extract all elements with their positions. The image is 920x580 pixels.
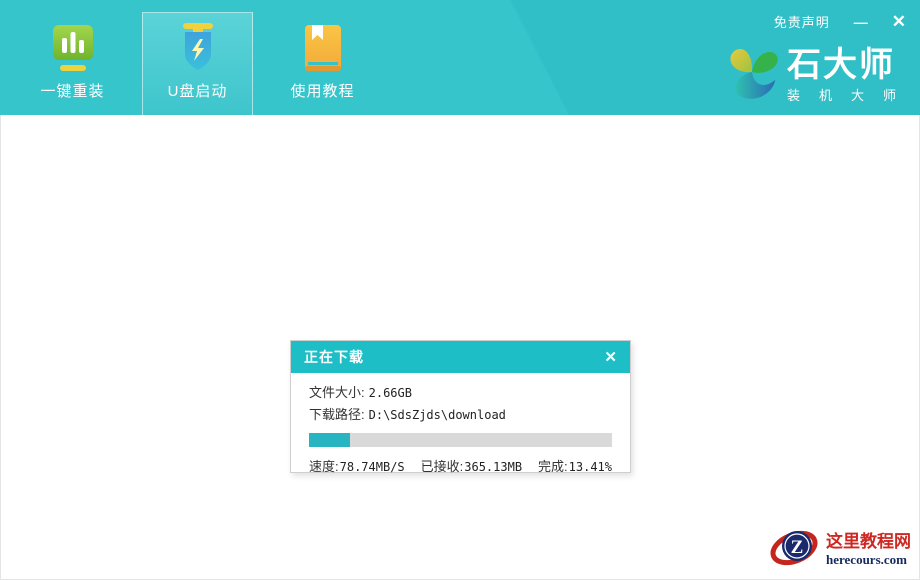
- dialog-title: 正在下载: [304, 347, 364, 367]
- brand-logo: 石大师 装机大师: [723, 40, 896, 109]
- download-path-label: 下载路径:: [309, 407, 365, 422]
- completed-stat: 完成:13.41%: [538, 456, 612, 475]
- tab-label: 一键重装: [40, 80, 104, 101]
- dialog-body: 文件大小: 2.66GB 下载路径: D:\SdsZjds\download 速度:…: [291, 373, 630, 475]
- usb-shield-icon: [170, 21, 226, 77]
- file-size-row: 文件大小: 2.66GB: [309, 382, 612, 404]
- site-watermark: Z 这里教程网 herecours.com: [766, 524, 919, 579]
- speed-stat: 速度:78.74MB/S: [309, 456, 405, 475]
- tab-label: U盘启动: [168, 80, 228, 101]
- watermark-site-url: herecours.com: [826, 552, 911, 567]
- tab-label: 使用教程: [290, 80, 354, 101]
- download-stats-row: 速度:78.74MB/S 已接收:365.13MB 完成:13.41%: [309, 456, 612, 475]
- download-dialog: 正在下载 ✕ 文件大小: 2.66GB 下载路径: D:\SdsZjds\downl…: [290, 340, 631, 473]
- watermark-text: 这里教程网 herecours.com: [826, 532, 911, 567]
- watermark-site-name: 这里教程网: [826, 532, 911, 552]
- download-path-value: D:\SdsZjds\download: [369, 408, 506, 422]
- brand-subtitle: 装机大师: [787, 85, 915, 104]
- download-path-row: 下载路径: D:\SdsZjds\download: [309, 404, 612, 426]
- brand-text: 石大师 装机大师: [787, 46, 896, 104]
- received-stat: 已接收:365.13MB: [421, 456, 522, 475]
- file-size-label: 文件大小:: [309, 385, 365, 400]
- progress-bar-fill: [309, 433, 350, 447]
- bar-chart-icon: [45, 21, 101, 77]
- progress-bar-track: [309, 433, 612, 447]
- file-size-value: 2.66GB: [369, 386, 412, 400]
- dialog-titlebar: 正在下载 ✕: [291, 341, 630, 373]
- book-icon: [295, 21, 351, 77]
- main-content: 正在下载 ✕ 文件大小: 2.66GB 下载路径: D:\SdsZjds\downl…: [0, 115, 920, 580]
- tab-bar: 一键重装 U盘启动: [10, 0, 385, 115]
- minimize-button[interactable]: —: [854, 17, 868, 27]
- svg-text:Z: Z: [791, 537, 804, 558]
- brand-title: 石大师: [787, 46, 896, 84]
- tab-tutorial[interactable]: 使用教程: [260, 0, 385, 115]
- disclaimer-link[interactable]: 免责声明: [774, 12, 830, 31]
- header: 一键重装 U盘启动: [0, 0, 920, 115]
- window-controls: 免责声明 — ✕: [774, 12, 906, 31]
- tab-usb-boot[interactable]: U盘启动: [135, 0, 260, 115]
- app-window: 一键重装 U盘启动: [0, 0, 920, 580]
- tab-one-key-reinstall[interactable]: 一键重装: [10, 0, 135, 115]
- dialog-close-icon[interactable]: ✕: [604, 348, 617, 366]
- watermark-logo-icon: Z: [770, 523, 822, 576]
- brand-pinwheel-icon: [723, 40, 781, 109]
- close-button[interactable]: ✕: [892, 15, 906, 29]
